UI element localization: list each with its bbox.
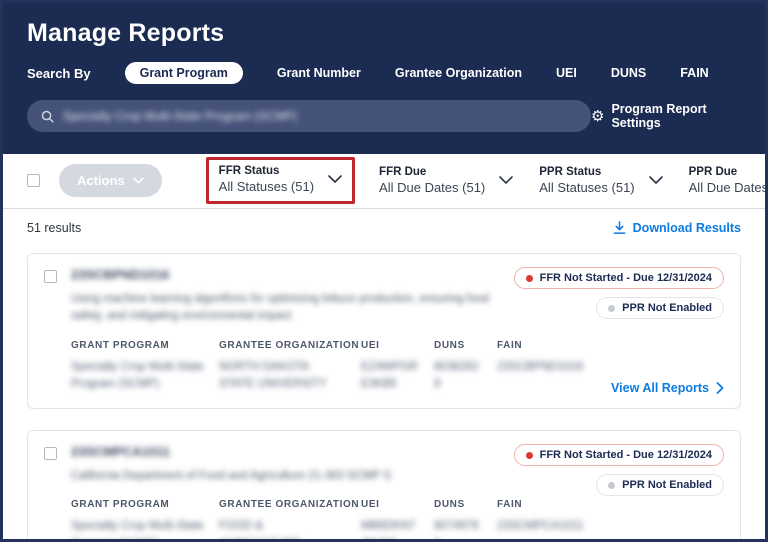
results-header: 51 results Download Results bbox=[3, 209, 765, 245]
chevron-down-icon bbox=[133, 177, 144, 184]
duns-value: 80749768 bbox=[434, 518, 483, 542]
ppr-due-dropdown[interactable]: PPR Due All Due Dates (51) bbox=[689, 166, 768, 195]
download-results-label: Download Results bbox=[633, 221, 741, 235]
filter-bar: Actions FFR Status All Statuses (51) FFR… bbox=[3, 154, 765, 209]
tab-duns[interactable]: DUNS bbox=[611, 66, 646, 80]
column-header-grantee-organization: GRANTEE ORGANIZATION bbox=[219, 340, 347, 351]
row-checkbox[interactable] bbox=[44, 270, 57, 283]
ffr-due-dropdown[interactable]: FFR Due All Due Dates (51) bbox=[379, 166, 513, 195]
actions-button[interactable]: Actions bbox=[59, 164, 162, 197]
grant-number-link[interactable]: 23SCBPND1016 bbox=[71, 267, 169, 282]
search-value: Specialty Crop Multi-State Program (SCMP… bbox=[63, 109, 297, 123]
column-header-grantee-organization: GRANTEE ORGANIZATION bbox=[219, 499, 347, 510]
row-checkbox[interactable] bbox=[44, 447, 57, 460]
grant-program-value: Specialty Crop Multi-State Program (SCMP… bbox=[71, 359, 205, 395]
tab-grantee-organization[interactable]: Grantee Organization bbox=[395, 66, 522, 80]
results-count: 51 results bbox=[27, 221, 81, 235]
page-title: Manage Reports bbox=[27, 19, 741, 48]
uei-value: MB6DKN7JWJ67 bbox=[361, 518, 420, 542]
grant-number-link[interactable]: 23SCMPCA1011 bbox=[71, 444, 170, 459]
red-dot-icon bbox=[526, 452, 533, 459]
column-header-grant-program: GRANT PROGRAM bbox=[71, 340, 205, 351]
column-header-duns: DUNS bbox=[434, 340, 483, 351]
select-all-checkbox[interactable] bbox=[27, 174, 40, 187]
ffr-status-label: FFR Status bbox=[219, 165, 314, 177]
page-header: Manage Reports Search By Grant Program G… bbox=[3, 3, 765, 154]
ppr-status-dropdown[interactable]: PPR Status All Statuses (51) bbox=[539, 166, 662, 195]
column-header-fain: FAIN bbox=[497, 340, 603, 351]
chevron-down-icon bbox=[649, 176, 663, 184]
ppr-status-badge: PPR Not Enabled bbox=[596, 474, 724, 496]
ppr-due-label: PPR Due bbox=[689, 166, 768, 178]
manage-reports-page: Manage Reports Search By Grant Program G… bbox=[0, 0, 768, 542]
ffr-status-value: All Statuses (51) bbox=[219, 179, 314, 194]
column-header-uei: UEI bbox=[361, 499, 420, 510]
red-dot-icon bbox=[526, 275, 533, 282]
tab-fain[interactable]: FAIN bbox=[680, 66, 708, 80]
chevron-down-icon bbox=[328, 175, 342, 183]
ffr-status-badge: FFR Not Started - Due 12/31/2024 bbox=[514, 267, 724, 289]
tab-uei[interactable]: UEI bbox=[556, 66, 577, 80]
uei-value: EZ4WPGRE3KB5 bbox=[361, 359, 420, 395]
grantee-organization-value: NORTH DAKOTA STATE UNIVERSITY bbox=[219, 359, 347, 395]
download-icon bbox=[613, 221, 626, 235]
column-header-duns: DUNS bbox=[434, 499, 483, 510]
ppr-status-value: All Statuses (51) bbox=[539, 180, 634, 195]
search-by-tabs: Search By Grant Program Grant Number Gra… bbox=[27, 62, 741, 84]
search-input[interactable]: Specialty Crop Multi-State Program (SCMP… bbox=[27, 100, 591, 132]
actions-label: Actions bbox=[77, 173, 125, 188]
gray-dot-icon bbox=[608, 482, 615, 489]
view-all-reports-label: View All Reports bbox=[611, 381, 709, 395]
fain-value: 23SCBPND1016 bbox=[497, 359, 603, 377]
column-header-grant-program: GRANT PROGRAM bbox=[71, 499, 205, 510]
filter-groups: FFR Status All Statuses (51) FFR Due All… bbox=[208, 165, 768, 196]
grantee-organization-value: FOOD & AGRICULTURE, CALIFORNIA DEPARTMEN… bbox=[219, 518, 347, 542]
column-header-uei: UEI bbox=[361, 340, 420, 351]
report-card: 23SCMPCA1011 California Department of Fo… bbox=[27, 430, 741, 542]
gray-dot-icon bbox=[608, 305, 615, 312]
chevron-right-icon bbox=[716, 382, 724, 394]
ppr-status-label: PPR Status bbox=[539, 166, 634, 178]
program-report-settings-button[interactable]: ⚙ Program Report Settings bbox=[591, 102, 741, 130]
ffr-status-dropdown[interactable]: FFR Status All Statuses (51) bbox=[206, 157, 355, 204]
duns-value: 80382629 bbox=[434, 359, 483, 395]
grant-description: Using machine learning algorithms for op… bbox=[71, 291, 502, 326]
tab-grant-program[interactable]: Grant Program bbox=[125, 62, 243, 84]
search-by-label: Search By bbox=[27, 66, 91, 81]
ffr-status-badge: FFR Not Started - Due 12/31/2024 bbox=[514, 444, 724, 466]
results-list: 23SCBPND1016 Using machine learning algo… bbox=[3, 245, 765, 542]
search-row: Specialty Crop Multi-State Program (SCMP… bbox=[27, 100, 741, 132]
program-report-settings-label: Program Report Settings bbox=[611, 102, 741, 130]
gear-icon: ⚙ bbox=[591, 109, 604, 124]
tab-grant-number[interactable]: Grant Number bbox=[277, 66, 361, 80]
download-results-link[interactable]: Download Results bbox=[613, 221, 741, 235]
ffr-due-value: All Due Dates (51) bbox=[379, 180, 485, 195]
grant-description: California Department of Food and Agricu… bbox=[71, 468, 502, 485]
view-all-reports-link[interactable]: View All Reports bbox=[611, 381, 724, 395]
ffr-badge-label: FFR Not Started - Due 12/31/2024 bbox=[540, 449, 712, 461]
fain-value: 23SCMPCA1011 bbox=[497, 518, 603, 536]
ppr-badge-label: PPR Not Enabled bbox=[622, 302, 712, 314]
search-icon bbox=[41, 110, 54, 123]
ppr-due-value: All Due Dates (51) bbox=[689, 180, 768, 195]
ffr-due-label: FFR Due bbox=[379, 166, 485, 178]
report-card: 23SCBPND1016 Using machine learning algo… bbox=[27, 253, 741, 409]
ppr-badge-label: PPR Not Enabled bbox=[622, 479, 712, 491]
ffr-badge-label: FFR Not Started - Due 12/31/2024 bbox=[540, 272, 712, 284]
grant-program-value: Specialty Crop Multi-State Program (SCMP… bbox=[71, 518, 205, 542]
ppr-status-badge: PPR Not Enabled bbox=[596, 297, 724, 319]
chevron-down-icon bbox=[499, 176, 513, 184]
column-header-fain: FAIN bbox=[497, 499, 603, 510]
